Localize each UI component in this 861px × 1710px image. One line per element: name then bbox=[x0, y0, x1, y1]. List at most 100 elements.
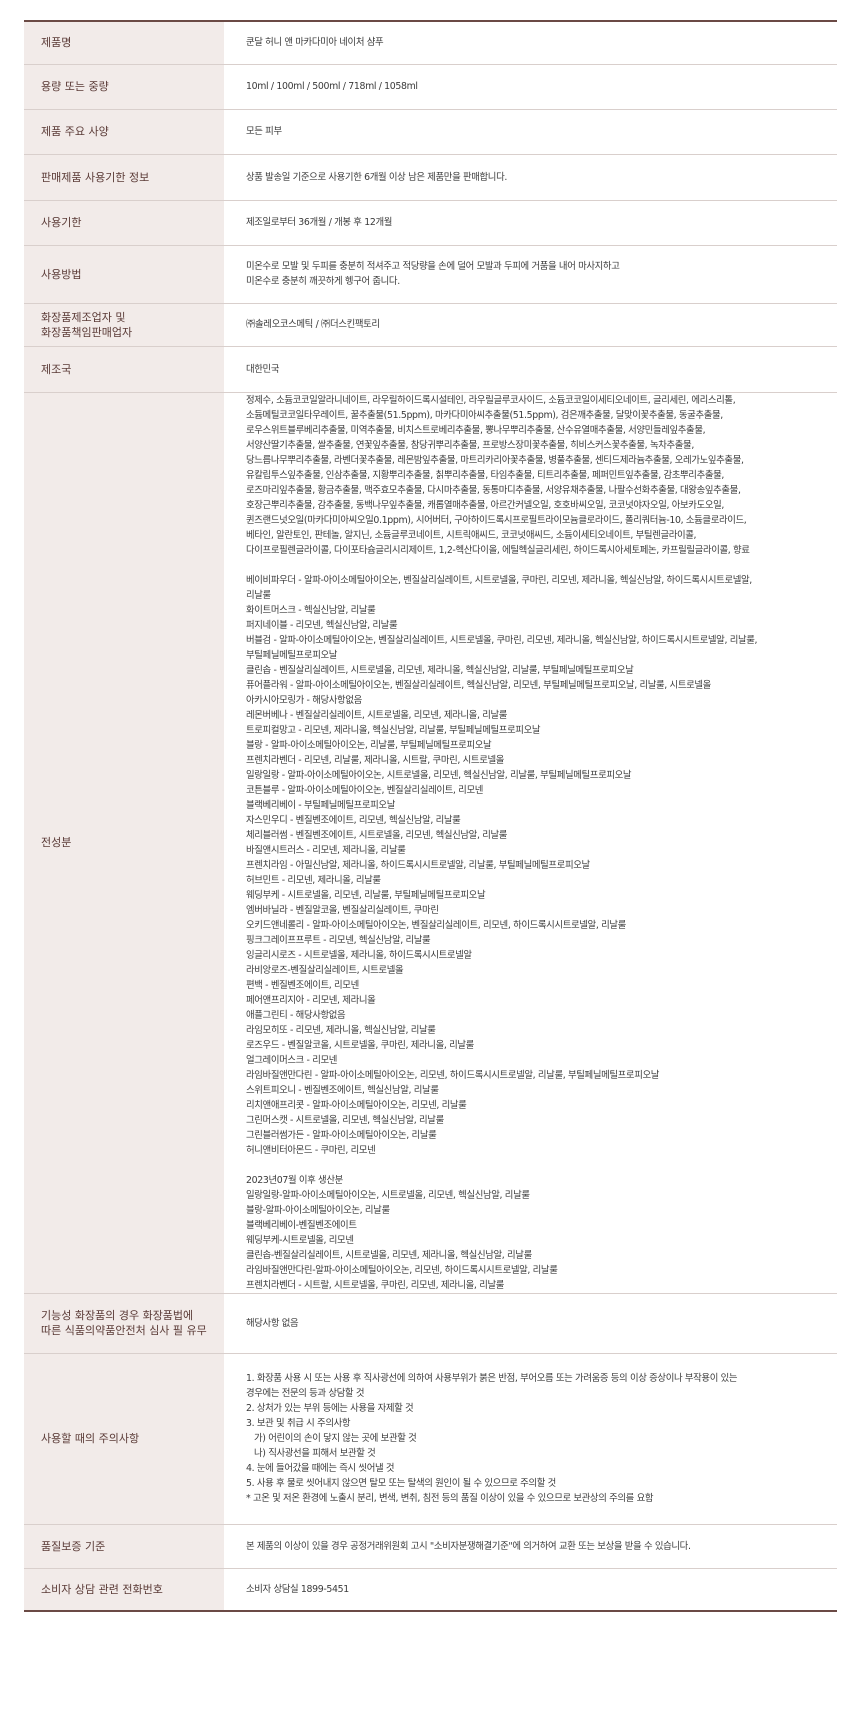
ingredients-line: 로즈마리잎추출물, 황금추출물, 맥주효모추출물, 다시마추출물, 동통마디추출… bbox=[246, 484, 741, 496]
precautions-line: 나) 직사광선을 피해서 보관할 것 bbox=[254, 1448, 376, 1459]
shelf-life-info-label: 판매제품 사용기한 정보 bbox=[24, 154, 224, 200]
ingredients-line: 체리블러썸 - 벤질벤조에이트, 시트로넬올, 리모넨, 헥실신남알, 리날룰 bbox=[246, 829, 508, 841]
row-expiry: 사용기한 제조일로부터 36개월 / 개봉 후 12개월 bbox=[24, 200, 837, 245]
ingredients-line: 자스민우디 - 벤질벤조에이트, 리모넨, 헥실신남알, 리날룰 bbox=[246, 814, 461, 826]
ingredients-line: 당느릅나무뿌리추출물, 라벤더꽃추출물, 레몬밤잎추출물, 마트리카리아꽃추출물… bbox=[246, 454, 744, 466]
ingredients-line: 얼그레이머스크 - 리모넨 bbox=[246, 1054, 338, 1066]
origin-country-value: 대한민국 bbox=[224, 346, 837, 392]
ingredients-line: 유칼립투스잎추출물, 인삼추출물, 지황뿌리추출물, 칡뿌리추출물, 타임추출물… bbox=[246, 469, 725, 481]
product-info-table-body: 제품명 쿤달 허니 앤 마카다미아 네이처 샴푸용량 또는 중량 10ml / 10… bbox=[24, 21, 837, 1611]
row-main-spec: 제품 주요 사양 모든 피부 bbox=[24, 109, 837, 154]
ingredients-line: 일랑일랑 - 알파-아이소메틸아이오논, 시트로넬올, 리모넨, 헥실신남알, … bbox=[246, 769, 632, 781]
ingredients-line: 버블검 - 알파-아이소메틸아이오논, 벤질살리실레이트, 시트로넬올, 쿠마린… bbox=[246, 634, 758, 646]
ingredients-line: 서양산딸기추출물, 쌀추출물, 연꽃잎추출물, 참당귀뿌리추출물, 프로방스장미… bbox=[246, 439, 694, 451]
ingredients-line: 라임바질앤만다린 - 알파-아이소메틸아이오논, 리모넨, 하이드록시시트로넬알… bbox=[246, 1069, 660, 1081]
quality-standard-value: 본 제품의 이상이 있을 경우 공정거래위원회 고시 "소비자분쟁해결기준"에 … bbox=[224, 1524, 837, 1568]
ingredients-line bbox=[246, 558, 815, 573]
ingredients-line: 소듐메틸코코일타우레이트, 꿀추출물(51.5ppm), 마카다미아씨추출물(5… bbox=[246, 409, 723, 421]
ingredients-line: 로즈우드 - 벤질알코올, 시트로넬올, 쿠마린, 제라니올, 리날룰 bbox=[246, 1039, 474, 1051]
functional-review-line: 해당사항 없음 bbox=[246, 1317, 299, 1329]
product-name-label: 제품명 bbox=[24, 21, 224, 64]
manufacturer-value: ㈜솔레오코스메틱 / ㈜더스킨팩토리 bbox=[224, 303, 837, 346]
usage-line: 미온수로 충분히 깨끗하게 헹구어 줍니다. bbox=[246, 276, 400, 287]
ingredients-line: 웨딩부케 - 시트로넬올, 리모넨, 리날룰, 부틸페닐메틸프로피오날 bbox=[246, 889, 486, 901]
ingredients-line: 라임모히또 - 리모넨, 제라니올, 헥실신남알, 리날룰 bbox=[246, 1024, 436, 1036]
precautions-line: 2. 상처가 있는 부위 등에는 사용을 자제할 것 bbox=[246, 1403, 414, 1414]
row-quality-standard: 품질보증 기준 본 제품의 이상이 있을 경우 공정거래위원회 고시 "소비자분쟁… bbox=[24, 1524, 837, 1568]
ingredients-value: 정제수, 소듐코코일알라니네이트, 라우릴하이드록시설테인, 라우릴글루코사이드… bbox=[224, 392, 837, 1293]
ingredients-line: 허브민트 - 리모넨, 제라니올, 리날룰 bbox=[246, 874, 381, 886]
precautions-line: 1. 화장품 사용 시 또는 사용 후 직사광선에 의하여 사용부위가 붉은 반… bbox=[246, 1373, 738, 1384]
ingredients-line: 블랙베리베이 - 부틸페닐메틸프로피오날 bbox=[246, 799, 395, 811]
row-customer-service-phone: 소비자 상담 관련 전화번호 소비자 상담실 1899-5451 bbox=[24, 1568, 837, 1611]
main-spec-line: 모든 피부 bbox=[246, 126, 282, 137]
row-origin-country: 제조국 대한민국 bbox=[24, 346, 837, 392]
origin-country-line: 대한민국 bbox=[246, 363, 280, 375]
ingredients-line: 블랙베리베이-벤질벤조에이트 bbox=[246, 1219, 357, 1231]
ingredients-line: 베이비파우더 - 알파-아이소메틸아이오논, 벤질살리실레이트, 시트로넬올, … bbox=[246, 574, 752, 586]
customer-service-phone-line: 소비자 상담실 1899-5451 bbox=[246, 1583, 349, 1595]
product-info-table: 제품명 쿤달 허니 앤 마카다미아 네이처 샴푸용량 또는 중량 10ml / 10… bbox=[24, 20, 837, 1612]
ingredients-line: 라비앙로즈-벤질살리실레이트, 시트로넬올 bbox=[246, 964, 404, 976]
ingredients-line: 클린솝-벤질살리실레이트, 시트로넬올, 리모넨, 제라니올, 헥실신남알, 리… bbox=[246, 1249, 532, 1261]
ingredients-line: 라임바질앤만다린-알파-아이소메틸아이오논, 리모넨, 하이드록시시트로넬알, … bbox=[246, 1264, 558, 1276]
functional-review-value: 해당사항 없음 bbox=[224, 1293, 837, 1353]
ingredients-line: 프렌치라벤더 - 리모넨, 리날룰, 제라니올, 시트랄, 쿠마린, 시트로넬올 bbox=[246, 754, 505, 766]
ingredients-line: 2023년07월 이후 생산분 bbox=[246, 1174, 343, 1186]
ingredients-line: 호장근뿌리추출물, 감추출물, 동백나무잎추출물, 캐롭열매추출물, 아르간커넬… bbox=[246, 499, 725, 511]
ingredients-line: 웨딩부케-시트로넬올, 리모넨 bbox=[246, 1234, 354, 1246]
row-ingredients: 전성분 정제수, 소듐코코일알라니네이트, 라우릴하이드록시설테인, 라우릴글루코… bbox=[24, 392, 837, 1293]
ingredients-line: 블랑-알파-아이소메틸아이오논, 리날룰 bbox=[246, 1204, 390, 1216]
ingredients-line: 아카시아모링가 - 해당사항없음 bbox=[246, 694, 362, 706]
ingredients-line: 잉글리시로즈 - 시트로넬올, 제라니올, 하이드록시시트로넬알 bbox=[246, 949, 472, 961]
ingredients-line: 베타인, 알란토인, 판테놀, 알지닌, 소듐글루코네이트, 시트릭애씨드, 코… bbox=[246, 529, 697, 541]
ingredients-label: 전성분 bbox=[24, 392, 224, 1293]
manufacturer-label: 화장품제조업자 및 화장품책임판매업자 bbox=[24, 303, 224, 346]
precautions-label: 사용할 때의 주의사항 bbox=[24, 1353, 224, 1524]
product-name-value: 쿤달 허니 앤 마카다미아 네이처 샴푸 bbox=[224, 21, 837, 64]
ingredients-line: 트로피컬망고 - 리모넨, 제라니올, 헥실신남알, 리날룰, 부틸페닐메틸프로… bbox=[246, 724, 541, 736]
main-spec-value: 모든 피부 bbox=[224, 109, 837, 154]
ingredients-line bbox=[246, 1158, 815, 1173]
main-spec-label: 제품 주요 사양 bbox=[24, 109, 224, 154]
row-shelf-life-info: 판매제품 사용기한 정보 상품 발송일 기준으로 사용기한 6개월 이상 남은 제… bbox=[24, 154, 837, 200]
ingredients-line: 엠버바닐라 - 벤질알코올, 벤질살리실레이트, 쿠마린 bbox=[246, 904, 439, 916]
ingredients-line: 오키드앤네롤리 - 알파-아이소메틸아이오논, 벤질살리실레이트, 리모넨, 하… bbox=[246, 919, 626, 931]
ingredients-line: 레몬버베나 - 벤질살리실레이트, 시트로넬올, 리모넨, 제라니올, 리날룰 bbox=[246, 709, 508, 721]
ingredients-line: 부틸페닐메틸프로피오날 bbox=[246, 649, 338, 661]
shelf-life-info-line: 상품 발송일 기준으로 사용기한 6개월 이상 남은 제품만을 판매합니다. bbox=[246, 171, 507, 183]
ingredients-line: 블랑 - 알파-아이소메틸아이오논, 리날룰, 부틸페닐메틸프로피오날 bbox=[246, 739, 492, 751]
row-usage: 사용방법 미온수로 모발 및 두피를 충분히 적셔주고 적당량을 손에 덜어 모발… bbox=[24, 245, 837, 303]
product-name-line: 쿤달 허니 앤 마카다미아 네이처 샴푸 bbox=[246, 37, 384, 49]
capacity-value: 10ml / 100ml / 500ml / 718ml / 1058ml bbox=[224, 64, 837, 109]
row-product-name: 제품명 쿤달 허니 앤 마카다미아 네이처 샴푸 bbox=[24, 21, 837, 64]
ingredients-line: 프렌치라벤더 - 시트랄, 시트로넬올, 쿠마린, 리모넨, 제라니올, 리날룰 bbox=[246, 1279, 505, 1291]
quality-standard-label: 품질보증 기준 bbox=[24, 1524, 224, 1568]
ingredients-line: 페어앤프리지아 - 리모넨, 제라니올 bbox=[246, 994, 376, 1006]
ingredients-line: 허니앤비터아몬드 - 쿠마린, 리모넨 bbox=[246, 1144, 376, 1156]
ingredients-line: 클린솝 - 벤질살리실레이트, 시트로넬올, 리모넨, 제라니올, 헥실신남알,… bbox=[246, 664, 634, 676]
ingredients-line: 그린머스캣 - 시트로넬올, 리모넨, 헥실신남알, 리날룰 bbox=[246, 1114, 444, 1126]
precautions-value: 1. 화장품 사용 시 또는 사용 후 직사광선에 의하여 사용부위가 붉은 반… bbox=[224, 1353, 837, 1524]
customer-service-phone-label: 소비자 상담 관련 전화번호 bbox=[24, 1568, 224, 1611]
ingredients-line: 로우스위트블루베리추출물, 미역추출물, 비치스트로베리추출물, 뽕나무뿌리추출… bbox=[246, 424, 706, 436]
ingredients-line: 리날룰 bbox=[246, 589, 271, 601]
precautions-line: 5. 사용 후 물로 씻어내지 않으면 탈모 또는 탈색의 원인이 될 수 있으… bbox=[246, 1478, 556, 1489]
ingredients-line: 프렌치라임 - 아밀신남알, 제라니올, 하이드록시시트로넬알, 리날룰, 부틸… bbox=[246, 859, 590, 871]
ingredients-line: 다이프로필렌글라이콜, 다이포타슘글리시리제이트, 1,2-헥산다이올, 에틸헥… bbox=[246, 544, 750, 556]
product-info-sheet: 제품명 쿤달 허니 앤 마카다미아 네이처 샴푸용량 또는 중량 10ml / 10… bbox=[24, 20, 837, 1612]
ingredients-line: 리치앤애프리콧 - 알파-아이소메틸아이오논, 리모넨, 리날룰 bbox=[246, 1099, 467, 1111]
row-functional-review: 기능성 화장품의 경우 화장품법에 따른 식품의약품안전처 심사 필 유무 해당사항… bbox=[24, 1293, 837, 1353]
ingredients-line: 애플그린티 - 해당사항없음 bbox=[246, 1009, 346, 1021]
capacity-line: 10ml / 100ml / 500ml / 718ml / 1058ml bbox=[246, 81, 418, 92]
capacity-label: 용량 또는 중량 bbox=[24, 64, 224, 109]
ingredients-line: 퀸즈랜드넛오일(마카다미아씨오일0.1ppm), 시어버터, 구아하이드록시프로… bbox=[246, 514, 747, 526]
ingredients-line: 그린블러썸가든 - 알파-아이소메틸아이오논, 리날룰 bbox=[246, 1129, 437, 1141]
ingredients-line: 코튼블루 - 알파-아이소메틸아이오논, 벤질살리실레이트, 리모넨 bbox=[246, 784, 483, 796]
ingredients-line: 퓨어플라워 - 알파-아이소메틸아이오논, 벤질살리실레이트, 헥실신남알, 리… bbox=[246, 679, 711, 691]
row-capacity: 용량 또는 중량 10ml / 100ml / 500ml / 718ml / 1… bbox=[24, 64, 837, 109]
expiry-line: 제조일로부터 36개월 / 개봉 후 12개월 bbox=[246, 217, 392, 228]
usage-value: 미온수로 모발 및 두피를 충분히 적셔주고 적당량을 손에 덜어 모발과 두피… bbox=[224, 245, 837, 303]
expiry-label: 사용기한 bbox=[24, 200, 224, 245]
precautions-line: 경우에는 전문의 등과 상담할 것 bbox=[246, 1388, 365, 1399]
